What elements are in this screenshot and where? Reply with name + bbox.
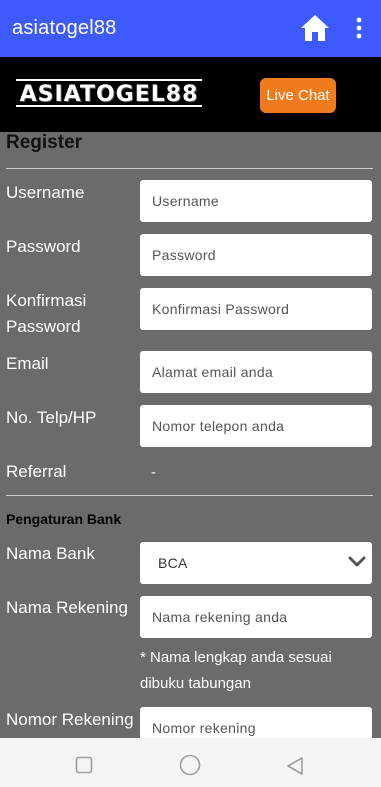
username-placeholder: Username xyxy=(152,193,219,209)
phone-placeholder: Nomor telepon anda xyxy=(152,418,285,434)
username-label: Username xyxy=(6,183,85,202)
phone-field[interactable]: Nomor telepon anda xyxy=(140,405,372,447)
referral-value: - xyxy=(151,464,156,481)
bank-select-value: BCA xyxy=(158,555,188,571)
confirm-password-label: Konfirmasi Password xyxy=(6,291,87,336)
phone-label: No. Telp/HP xyxy=(6,408,97,427)
more-vert-icon[interactable] xyxy=(352,16,366,40)
home-icon[interactable] xyxy=(300,14,330,42)
account-name-label: Nama Rekening xyxy=(6,598,128,617)
divider xyxy=(6,168,373,169)
live-chat-button[interactable]: Live Chat xyxy=(260,78,336,113)
bank-name-label: Nama Bank xyxy=(6,544,95,563)
account-number-field[interactable]: Nomor rekening xyxy=(140,707,372,738)
bank-section-title: Pengaturan Bank xyxy=(6,511,122,527)
account-name-hint: * Nama lengkap anda sesuai dibuku tabung… xyxy=(140,649,332,692)
account-number-placeholder: Nomor rekening xyxy=(152,720,256,736)
chevron-down-icon xyxy=(348,556,366,567)
confirm-password-placeholder: Konfirmasi Password xyxy=(152,301,290,317)
circle-icon[interactable] xyxy=(179,754,201,776)
system-nav-bar xyxy=(0,738,381,787)
square-icon[interactable] xyxy=(75,756,93,774)
page-title: Register xyxy=(6,132,83,153)
site-logo[interactable]: ASIATOGEL88 xyxy=(16,79,202,107)
email-field[interactable]: Alamat email anda xyxy=(140,351,372,393)
account-name-placeholder: Nama rekening anda xyxy=(152,609,288,625)
account-name-field[interactable]: Nama rekening anda xyxy=(140,596,372,638)
password-label: Password xyxy=(6,237,81,256)
email-label: Email xyxy=(6,354,49,373)
email-placeholder: Alamat email anda xyxy=(152,364,274,380)
app-bar: asiatogel88 xyxy=(0,0,381,57)
password-placeholder: Password xyxy=(152,247,216,263)
register-form: Register Username Username Password Pass… xyxy=(0,132,381,738)
bank-select[interactable]: BCA xyxy=(140,542,372,584)
username-field[interactable]: Username xyxy=(140,180,372,222)
referral-label: Referral xyxy=(6,462,67,481)
divider xyxy=(6,495,373,496)
confirm-password-field[interactable]: Konfirmasi Password xyxy=(140,288,372,330)
password-field[interactable]: Password xyxy=(140,234,372,276)
back-triangle-icon[interactable] xyxy=(286,756,304,776)
account-number-label: Nomor Rekening xyxy=(6,710,134,729)
app-title: asiatogel88 xyxy=(12,17,117,39)
